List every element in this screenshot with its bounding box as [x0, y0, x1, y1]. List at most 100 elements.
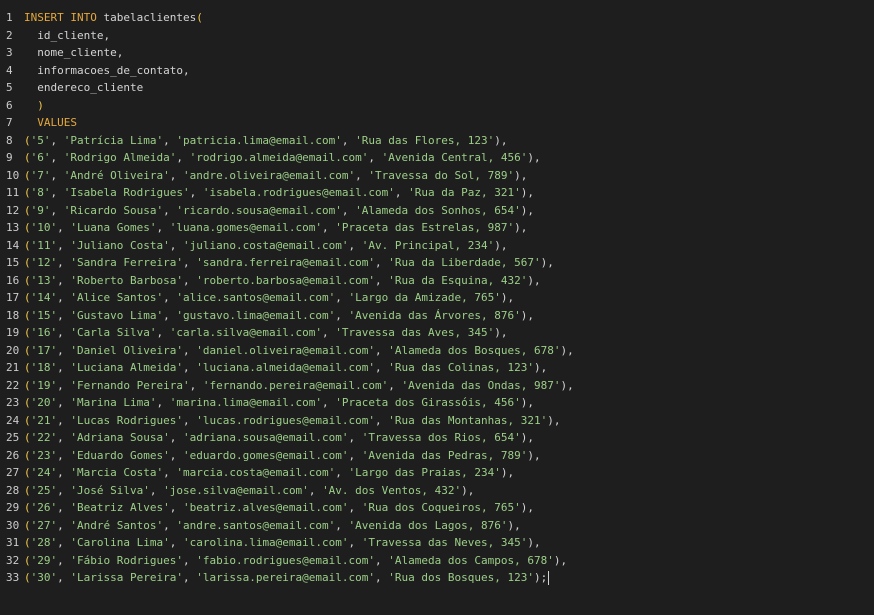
code-line: 14 ('11', 'Juliano Costa', 'juliano.costa… [0, 237, 874, 255]
line-content[interactable]: ('19', 'Fernando Pereira', 'fernando.per… [24, 377, 574, 395]
string-literal: 'Travessa dos Rios, 654' [361, 431, 521, 444]
line-content[interactable]: ('20', 'Marina Lima', 'marina.lima@email… [24, 394, 534, 412]
string-literal: '13' [30, 273, 58, 287]
line-content[interactable]: ('12', 'Sandra Ferreira', 'sandra.ferrei… [24, 254, 554, 272]
line-content[interactable]: ('11', 'Juliano Costa', 'juliano.costa@e… [24, 237, 508, 255]
line-content[interactable]: ('8', 'Isabela Rodrigues', 'isabela.rodr… [24, 184, 534, 202]
string-literal: 'larissa.pereira@email.com' [196, 571, 376, 584]
value-rows: 8 ('5', 'Patrícia Lima', 'patricia.lima@e… [0, 132, 874, 587]
line-number: 15 [6, 256, 20, 269]
line-content[interactable]: ('22', 'Adriana Sousa', 'adriana.sousa@e… [24, 429, 534, 447]
code-line: 6 ) [0, 97, 874, 115]
line-content[interactable]: ('14', 'Alice Santos', 'alice.santos@ema… [24, 289, 514, 307]
line-content[interactable]: ('27', 'André Santos', 'andre.santos@ema… [24, 517, 521, 535]
string-literal: 'Alameda dos Bosques, 678' [388, 343, 561, 357]
code-line: 16 ('13', 'Roberto Barbosa', 'roberto.bar… [0, 272, 874, 290]
string-literal: 'carla.silva@email.com' [169, 326, 323, 339]
string-literal: 'Praceta dos Girassóis, 456' [335, 396, 521, 409]
string-literal: '15' [30, 308, 58, 322]
string-literal: '26' [30, 501, 58, 514]
line-content[interactable]: ('5', 'Patrícia Lima', 'patricia.lima@em… [24, 132, 508, 150]
line-content[interactable]: ('16', 'Carla Silva', 'carla.silva@email… [24, 324, 508, 342]
line-content[interactable]: ('7', 'André Oliveira', 'andre.oliveira@… [24, 167, 527, 185]
string-literal: 'jose.silva@email.com' [163, 483, 309, 497]
row-terminator: ), [494, 133, 508, 147]
line-content[interactable]: ('17', 'Daniel Oliveira', 'daniel.olivei… [24, 342, 574, 360]
line-content[interactable]: ('25', 'José Silva', 'jose.silva@email.c… [24, 482, 474, 500]
open-paren: ( [24, 343, 31, 357]
line-number: 20 [6, 343, 20, 357]
line-content[interactable]: endereco_cliente [24, 79, 143, 97]
line-content[interactable]: ('26', 'Beatriz Alves', 'beatriz.alves@e… [24, 499, 534, 517]
string-literal: '16' [30, 326, 58, 339]
code-line: 12 ('9', 'Ricardo Sousa', 'ricardo.sousa@… [0, 202, 874, 220]
string-literal: 'Rodrigo Almeida' [63, 151, 177, 164]
string-literal: 'Largo da Amizade, 765' [348, 291, 501, 304]
string-literal: '17' [30, 343, 58, 357]
string-literal: 'André Oliveira' [63, 168, 170, 182]
open-paren: ( [24, 256, 31, 269]
string-literal: 'Juliano Costa' [70, 238, 170, 252]
line-number: 27 [6, 466, 20, 479]
line-content[interactable]: ('23', 'Eduardo Gomes', 'eduardo.gomes@e… [24, 447, 541, 465]
string-literal: 'alice.santos@email.com' [176, 291, 336, 304]
line-content[interactable]: INSERT INTO tabelaclientes( [24, 9, 203, 27]
open-paren: ( [24, 483, 31, 497]
line-content[interactable]: nome_cliente, [24, 44, 123, 62]
line-content[interactable]: ('21', 'Lucas Rodrigues', 'lucas.rodrigu… [24, 412, 560, 430]
line-number: 13 [6, 221, 20, 234]
line-content[interactable]: ('13', 'Roberto Barbosa', 'roberto.barbo… [24, 272, 541, 290]
line-content[interactable]: VALUES [24, 114, 77, 132]
string-literal: 'Avenida das Ondas, 987' [401, 378, 561, 392]
code-line: 15 ('12', 'Sandra Ferreira', 'sandra.ferr… [0, 254, 874, 272]
row-terminator: ), [520, 203, 534, 217]
line-number: 29 [6, 501, 20, 514]
string-literal: 'Roberto Barbosa' [70, 273, 183, 287]
string-literal: 'Rua dos Bosques, 123' [388, 571, 534, 584]
line-content[interactable]: ('30', 'Larissa Pereira', 'larissa.perei… [24, 569, 550, 587]
line-content[interactable]: ('18', 'Luciana Almeida', 'luciana.almei… [24, 359, 547, 377]
string-literal: 'fernando.pereira@email.com' [202, 378, 389, 392]
line-number: 4 [6, 63, 13, 77]
line-content[interactable]: ('28', 'Carolina Lima', 'carolina.lima@e… [24, 534, 541, 552]
line-content[interactable]: id_cliente, [24, 27, 110, 45]
string-literal: 'luana.gomes@email.com' [169, 221, 323, 234]
row-terminator: ), [494, 238, 508, 252]
open-paren: ( [24, 326, 31, 339]
string-literal: 'Travessa do Sol, 789' [368, 168, 515, 182]
column-name: endereco_cliente [37, 81, 144, 94]
string-literal: 'Ricardo Sousa' [63, 203, 164, 217]
line-number: 2 [6, 28, 13, 42]
string-literal: 'eduardo.gomes@email.com' [182, 448, 349, 462]
line-content[interactable]: ('15', 'Gustavo Lima', 'gustavo.lima@ema… [24, 307, 534, 325]
row-terminator: ), [560, 343, 574, 357]
string-literal: 'Avenida das Pedras, 789' [361, 448, 528, 462]
row-terminator: ), [500, 466, 515, 479]
string-literal: 'andre.santos@email.com' [176, 518, 336, 532]
line-content[interactable]: ('6', 'Rodrigo Almeida', 'rodrigo.almeid… [24, 149, 541, 167]
row-terminator: ); [533, 571, 548, 584]
row-terminator: ), [560, 378, 574, 392]
line-content[interactable]: ('29', 'Fábio Rodrigues', 'fabio.rodrigu… [24, 552, 567, 570]
line-content[interactable]: ('10', 'Luana Gomes', 'luana.gomes@email… [24, 219, 527, 237]
line-content[interactable]: ('9', 'Ricardo Sousa', 'ricardo.sousa@em… [24, 202, 534, 220]
line-content[interactable]: ) [24, 97, 44, 115]
code-line: 5 endereco_cliente [0, 79, 874, 97]
string-literal: 'Rua dos Coqueiros, 765' [361, 501, 521, 514]
open-paren: ( [24, 536, 31, 549]
line-number: 9 [6, 151, 13, 164]
code-line: 24 ('21', 'Lucas Rodrigues', 'lucas.rodri… [0, 412, 874, 430]
line-content[interactable]: ('24', 'Marcia Costa', 'marcia.costa@ema… [24, 464, 514, 482]
string-literal: '30' [30, 571, 58, 584]
code-editor[interactable]: 1 INSERT INTO tabelaclientes( 2 id_clien… [0, 0, 874, 615]
string-literal: 'rodrigo.almeida@email.com' [189, 151, 369, 164]
values-keyword: VALUES [37, 116, 77, 129]
open-paren: ( [24, 151, 31, 164]
string-literal: 'isabela.rodrigues@email.com' [202, 186, 395, 199]
code-line: 13 ('10', 'Luana Gomes', 'luana.gomes@ema… [0, 219, 874, 237]
open-paren: ( [24, 396, 31, 409]
string-literal: 'Rua da Paz, 321' [408, 186, 521, 199]
line-content[interactable]: informacoes_de_contato, [24, 62, 189, 80]
string-literal: 'Beatriz Alves' [70, 501, 170, 514]
string-literal: '14' [30, 291, 58, 304]
